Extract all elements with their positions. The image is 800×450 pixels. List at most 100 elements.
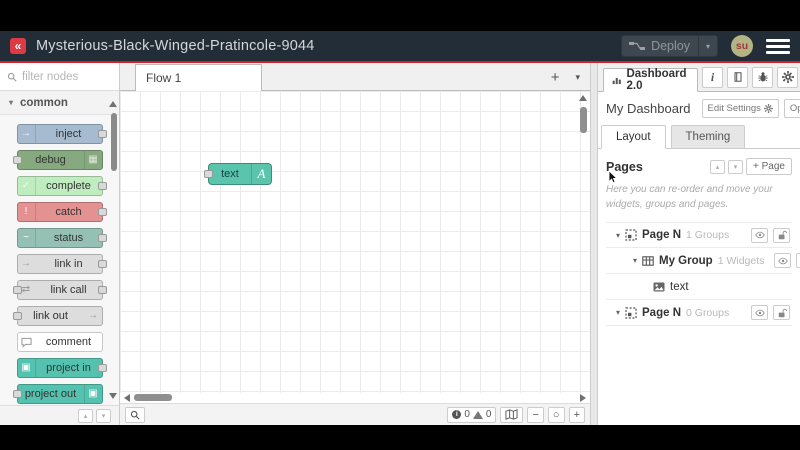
chevron-down-icon[interactable]: ▾ [616,231,620,240]
tree-row-text-widget[interactable]: text [606,274,792,300]
node-label: link call [50,283,87,296]
horizontal-scrollbar-thumb[interactable] [134,394,172,401]
zoom-in-button[interactable]: + [568,406,585,423]
image-icon [653,281,665,293]
move-page-up-button[interactable]: ▴ [710,159,726,174]
pages-title: Pages [606,159,643,174]
warning-icon [472,410,483,419]
lock-toggle-button[interactable] [773,305,790,320]
chevron-down-icon[interactable]: ▾ [633,256,637,265]
debug-tab-button[interactable] [752,66,774,88]
vertical-scrollbar-thumb[interactable] [579,107,587,133]
main-menu-button[interactable] [766,38,790,54]
expand-categories-button[interactable]: ▾ [96,408,111,423]
tab-theming[interactable]: Theming [670,125,746,149]
right-sidebar: Dashboard 2.0 i ▾ My Dashboard Edit Sett… [598,63,800,425]
palette-node-link-out[interactable]: link out → [12,306,103,326]
lock-toggle-button[interactable] [796,253,800,268]
node-label: inject [55,127,82,140]
tree-item-name: Page N [642,306,682,319]
tree-row-my-group[interactable]: ▾ My Group 1 Widgets [606,248,800,274]
chevron-down-icon[interactable]: ▾ [616,308,620,317]
workspace-grid[interactable]: text A [120,91,590,393]
scroll-right-arrow[interactable] [580,394,586,402]
palette-node-status[interactable]: ~ status [16,228,107,248]
tree-row-page-1[interactable]: ▾ Page N 1 Groups [606,222,792,248]
palette-node-debug[interactable]: debug ▦ [12,150,103,170]
flow-node-text[interactable]: text A [204,163,272,185]
info-count: 0 [464,409,470,420]
palette-search [0,63,119,91]
tree-row-page-2[interactable]: ▾ Page N 0 Groups [606,300,792,326]
unlock-icon [777,230,787,240]
palette-node-link-in[interactable]: → link in [16,254,107,274]
zoom-reset-button[interactable]: ○ [547,406,565,423]
open-dashboard-button[interactable]: Open Dashboard [783,99,800,118]
tab-flow-1[interactable]: Flow 1 [135,64,262,91]
eye-icon [778,256,788,266]
search-flows-button[interactable] [125,406,145,423]
gear-icon [782,71,794,83]
output-port [97,208,107,216]
palette-node-project-in[interactable]: ▣ project in [16,358,107,378]
collapse-categories-button[interactable]: ▴ [78,408,93,423]
scroll-up-arrow[interactable] [579,95,587,101]
visibility-toggle-button[interactable] [751,305,768,320]
tree-item-name: text [670,280,689,293]
edit-settings-button[interactable]: Edit Settings [701,99,779,118]
instance-title: Mysterious-Black-Winged-Pratincole-9044 [36,38,315,54]
canvas-vertical-scrollbar[interactable] [579,95,587,133]
palette-scroll-down[interactable] [109,393,117,399]
help-tab-button[interactable] [727,66,749,88]
page-icon [625,307,637,319]
palette-node-complete[interactable]: ✓ complete [16,176,107,196]
layout-theming-tabs: Layout Theming [598,124,800,149]
app-header: « Mysterious-Black-Winged-Pratincole-904… [0,31,800,63]
chevron-down-icon: ▾ [9,97,14,107]
palette-node-project-out[interactable]: project out ▣ [12,384,103,404]
eye-icon [755,308,765,318]
palette-scrollbar-thumb[interactable] [111,113,117,171]
deploy-button[interactable]: Deploy ▾ [621,35,718,57]
tab-layout[interactable]: Layout [601,125,666,149]
palette-node-catch[interactable]: ! catch [16,202,107,222]
project-in-icon: ▣ [18,359,36,377]
input-port[interactable] [204,170,213,178]
edit-settings-label: Edit Settings [707,103,761,114]
notifications-button[interactable]: i 0 0 [447,406,497,423]
visibility-toggle-button[interactable] [774,253,792,268]
tab-dashboard-2[interactable]: Dashboard 2.0 [603,68,699,92]
deploy-label: Deploy [651,39,690,53]
sidebar-resize-handle[interactable] [590,63,598,425]
deploy-options-caret[interactable]: ▾ [697,36,717,56]
navigator-button[interactable] [500,406,524,423]
canvas-horizontal-scrollbar[interactable] [120,393,590,403]
palette-category-common[interactable]: ▾ common [0,91,119,115]
scroll-left-arrow[interactable] [124,394,130,402]
link-in-icon: → [21,258,31,269]
add-flow-button[interactable]: + [551,70,560,85]
user-avatar[interactable]: su [731,35,753,57]
sidebar-tab-label: Dashboard 2.0 [626,68,687,92]
debug-icon: ▦ [83,151,102,169]
move-page-down-button[interactable]: ▾ [728,159,744,174]
eye-icon [755,230,765,240]
config-tab-button[interactable] [777,66,799,88]
flow-list-caret[interactable]: ▾ [575,72,580,82]
sidebar-tab-buttons: i ▾ [702,66,800,88]
sidebar-tab-bar: Dashboard 2.0 i ▾ [598,63,800,92]
zoom-out-button[interactable]: − [527,406,544,423]
filter-nodes-input[interactable] [22,70,104,83]
add-page-button[interactable]: + Page [746,158,792,175]
visibility-toggle-button[interactable] [751,227,768,243]
palette-node-comment[interactable]: comment [16,332,103,352]
output-port [97,182,107,190]
status-icon: ~ [18,229,36,247]
lock-toggle-button[interactable] [773,227,790,243]
input-port [12,156,22,164]
palette-node-link-call[interactable]: ⇄ link call [12,280,107,300]
node-label: link in [54,257,83,270]
info-tab-button[interactable]: i [702,66,724,88]
palette-scroll-up[interactable] [109,101,117,107]
palette-node-inject[interactable]: → inject [16,124,107,144]
